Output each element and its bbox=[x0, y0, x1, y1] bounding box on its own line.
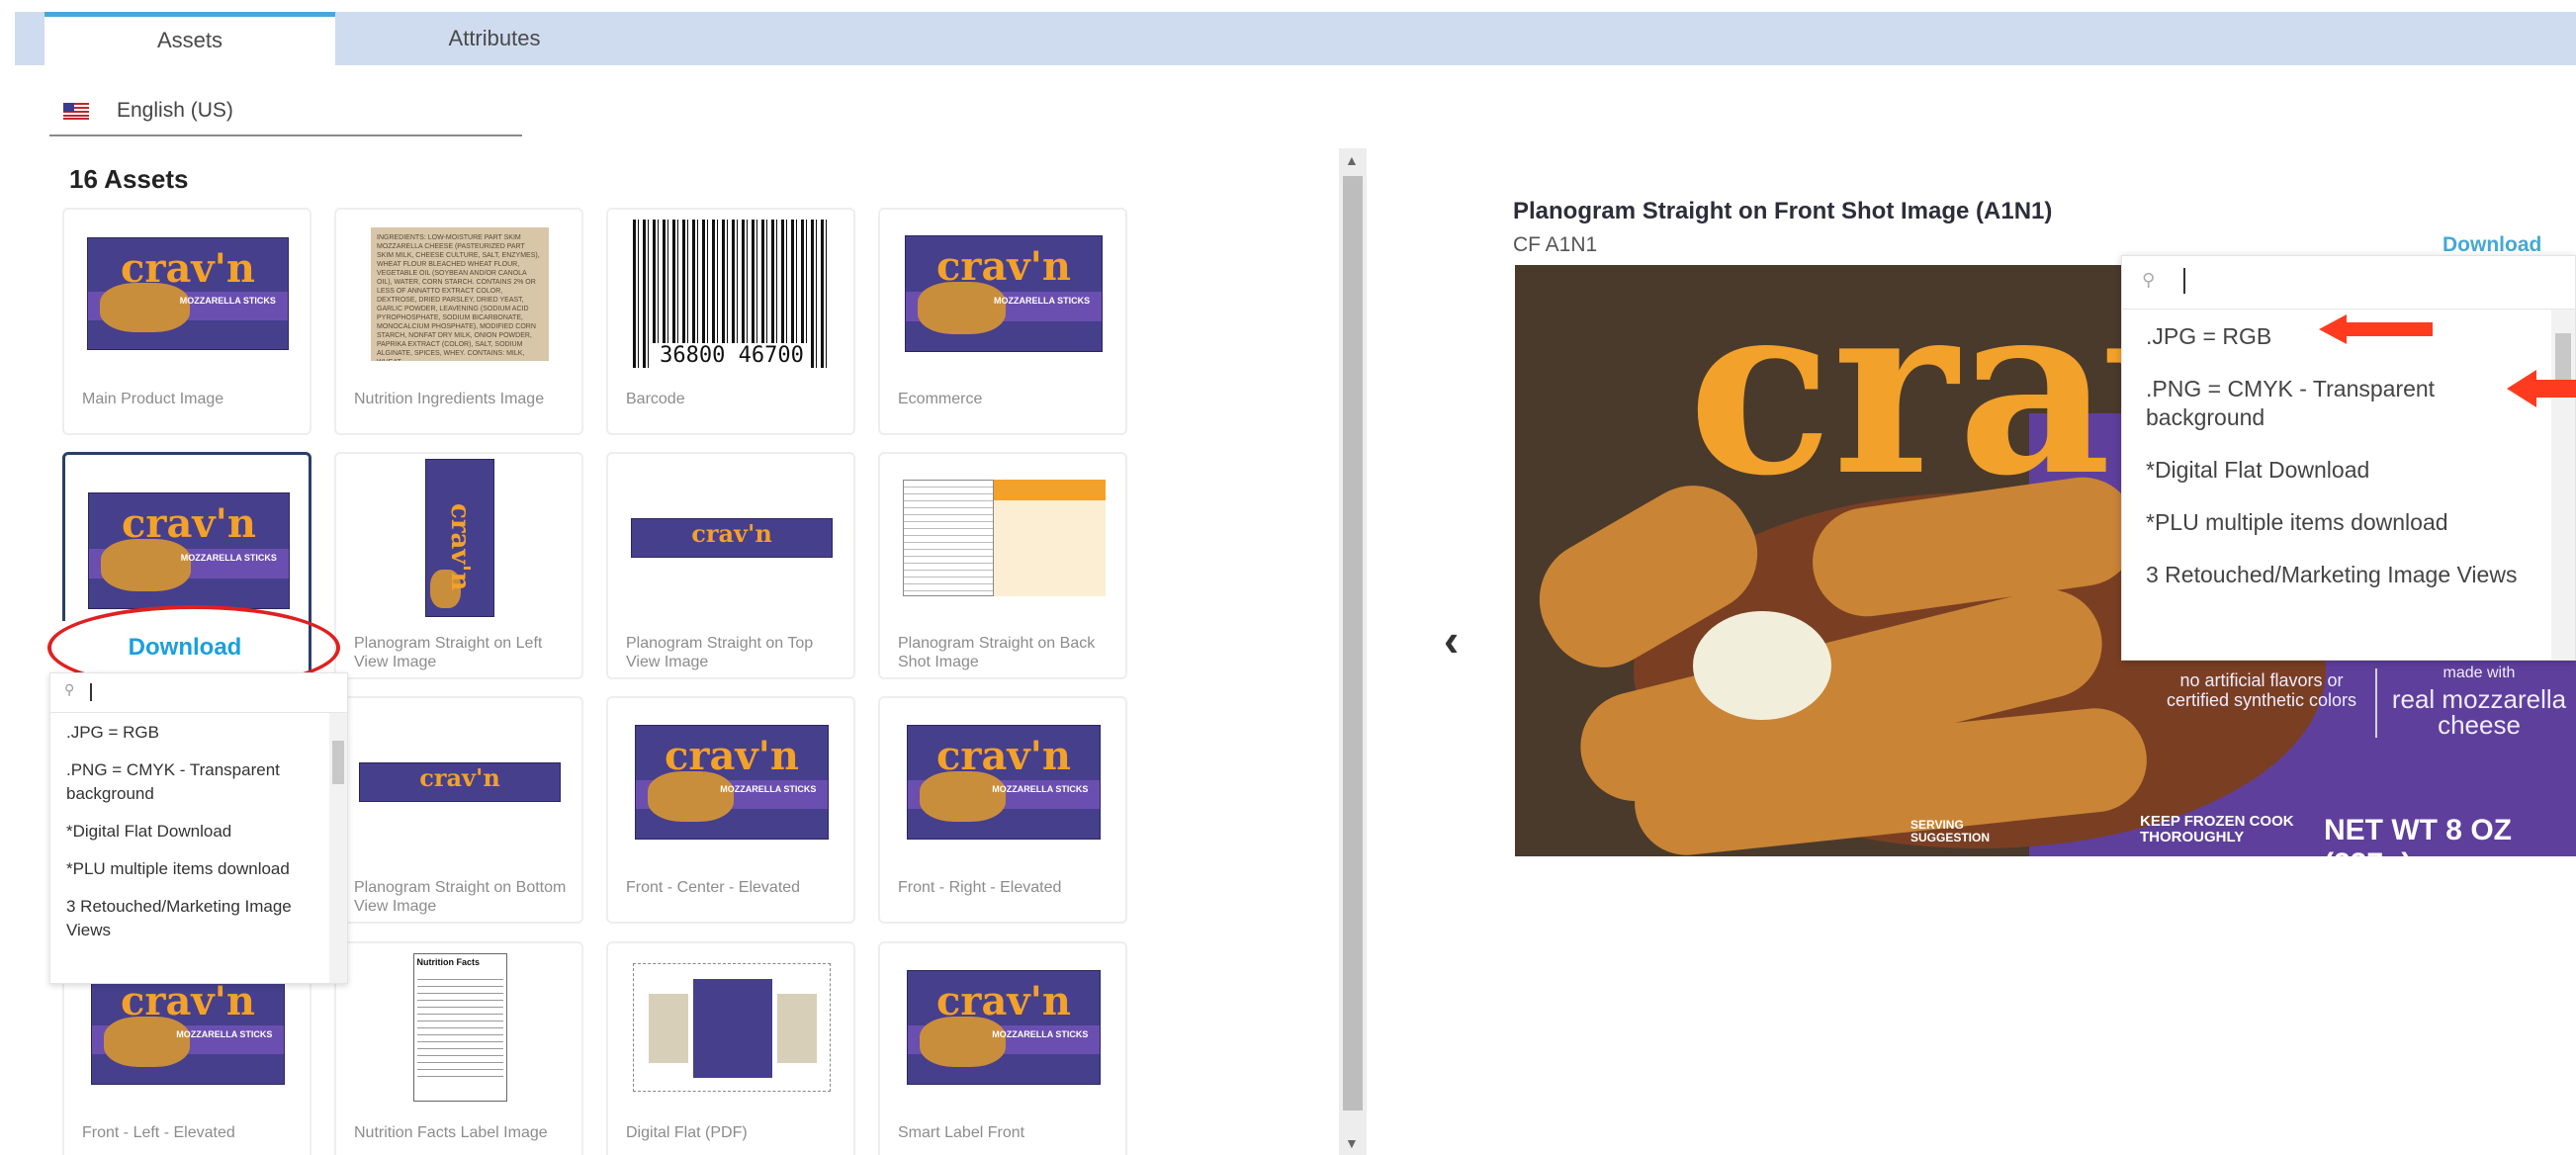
asset-label: Front - Left - Elevated bbox=[82, 1124, 235, 1141]
dropdown-search-input[interactable]: ⚲ bbox=[2122, 256, 2575, 310]
asset-label: Barcode bbox=[626, 391, 685, 407]
asset-card-ecommerce[interactable]: crav'n MOZZARELLA STICKS Ecommerce bbox=[878, 208, 1127, 435]
language-label: English (US) bbox=[117, 99, 233, 122]
asset-card-back-shot[interactable]: Planogram Straight on Back Shot Image bbox=[878, 452, 1127, 679]
dropdown-search-input[interactable]: ⚲ bbox=[50, 673, 347, 713]
preview-title: Planogram Straight on Front Shot Image (… bbox=[1513, 198, 2053, 224]
asset-card-main-product[interactable]: crav'n MOZZARELLA STICKS Main Product Ima… bbox=[62, 208, 311, 435]
dropdown-option-plu[interactable]: *PLU multiple items download bbox=[2122, 495, 2575, 548]
product-box-thumbnail: crav'n MOZZARELLA STICKS bbox=[75, 477, 303, 625]
scroll-down-icon[interactable]: ▼ bbox=[1345, 1135, 1359, 1151]
search-icon: ⚲ bbox=[2142, 270, 2156, 290]
asset-card-bottom-view[interactable]: crav'n Planogram Straight on Bottom View… bbox=[334, 696, 583, 924]
tab-assets[interactable]: Assets bbox=[44, 12, 335, 65]
asset-label: Front - Center - Elevated bbox=[626, 879, 801, 896]
card-download-dropdown: ⚲ .JPG = RGB .PNG = CMYK - Transparent b… bbox=[49, 672, 348, 984]
asset-label: Smart Label Front bbox=[898, 1124, 1025, 1141]
net-weight-text: NET WT 8 OZ (227g) bbox=[2324, 814, 2512, 856]
asset-card-nutrition-facts[interactable]: Nutrition Facts Nutrition Facts Label Im… bbox=[334, 941, 583, 1155]
search-icon: ⚲ bbox=[64, 681, 75, 697]
ingredients-thumbnail: INGREDIENTS: LOW-MOISTURE PART SKIM MOZZ… bbox=[346, 220, 574, 368]
keep-frozen-text: KEEP FROZEN COOK THOROUGHLY bbox=[2140, 813, 2294, 845]
side-box-thumbnail: crav'n bbox=[346, 459, 574, 617]
dropdown-option-jpg[interactable]: .JPG = RGB bbox=[50, 713, 347, 751]
us-flag-icon bbox=[63, 103, 89, 120]
barcode-thumbnail: 36800 46700 bbox=[618, 220, 845, 368]
asset-label: Planogram Straight on Bottom View Image bbox=[354, 879, 567, 915]
asset-card-front-right[interactable]: crav'n MOZZARELLA STICKS Front - Right - … bbox=[878, 696, 1127, 924]
text-cursor bbox=[2183, 268, 2185, 294]
product-box-thumbnail: crav'n MOZZARELLA STICKS bbox=[890, 953, 1117, 1102]
dropdown-option-png[interactable]: .PNG = CMYK - Transparent background bbox=[50, 751, 347, 812]
previous-chevron-icon[interactable]: ‹ bbox=[1444, 613, 1459, 666]
nutrition-facts-thumbnail: Nutrition Facts bbox=[346, 953, 574, 1102]
product-box-thumbnail: crav'n MOZZARELLA STICKS bbox=[890, 220, 1117, 368]
text-cursor bbox=[90, 683, 92, 701]
dropdown-scrollbar[interactable] bbox=[2551, 310, 2575, 660]
language-select[interactable]: English (US) bbox=[49, 87, 522, 136]
annotation-arrow-icon bbox=[2319, 314, 2433, 344]
assets-scrollbar[interactable]: ▲ ▼ bbox=[1339, 148, 1367, 1155]
bottom-box-thumbnail: crav'n bbox=[346, 708, 574, 856]
preview-download-button[interactable]: Download bbox=[2443, 233, 2541, 257]
product-box-thumbnail: crav'n MOZZARELLA STICKS bbox=[890, 708, 1117, 856]
asset-label: Ecommerce bbox=[898, 391, 983, 407]
dropdown-option-digital-flat[interactable]: *Digital Flat Download bbox=[50, 812, 347, 849]
serving-text: SERVING SUGGESTION bbox=[1910, 818, 1991, 844]
dropdown-scrollbar[interactable] bbox=[329, 713, 347, 983]
asset-card-front-center[interactable]: crav'n MOZZARELLA STICKS Front - Center -… bbox=[606, 696, 855, 924]
annotation-arrow-icon bbox=[2507, 370, 2576, 407]
asset-label: Nutrition Facts Label Image bbox=[354, 1124, 548, 1141]
digital-flat-thumbnail bbox=[618, 953, 845, 1102]
dropdown-option-retouched[interactable]: 3 Retouched/Marketing Image Views bbox=[50, 887, 347, 948]
dropdown-option-digital-flat[interactable]: *Digital Flat Download bbox=[2122, 443, 2575, 495]
asset-card-barcode[interactable]: 36800 46700 Barcode bbox=[606, 208, 855, 435]
asset-card-nutrition-ingredients[interactable]: INGREDIENTS: LOW-MOISTURE PART SKIM MOZZ… bbox=[334, 208, 583, 435]
back-box-thumbnail bbox=[890, 464, 1117, 612]
product-box-thumbnail: crav'n MOZZARELLA STICKS bbox=[74, 220, 302, 368]
asset-label: Planogram Straight on Back Shot Image bbox=[898, 635, 1096, 670]
top-box-thumbnail: crav'n bbox=[618, 464, 845, 612]
claim-right: made with real mozzarella cheese bbox=[2391, 665, 2567, 740]
scrollbar-thumb[interactable] bbox=[1343, 176, 1363, 1111]
tab-bar: Assets Attributes bbox=[15, 12, 2576, 65]
asset-label: Nutrition Ingredients Image bbox=[354, 391, 545, 407]
asset-card-smart-label[interactable]: crav'n MOZZARELLA STICKS Smart Label Fron… bbox=[878, 941, 1127, 1155]
claim-left: no artificial flavors or certified synth… bbox=[2166, 670, 2357, 710]
dropdown-option-retouched[interactable]: 3 Retouched/Marketing Image Views bbox=[2122, 548, 2575, 600]
asset-count: 16 Assets bbox=[69, 164, 189, 194]
product-box-thumbnail: crav'n MOZZARELLA STICKS bbox=[618, 708, 845, 856]
asset-card-left-view[interactable]: crav'n Planogram Straight on Left View I… bbox=[334, 452, 583, 679]
dropdown-option-plu[interactable]: *PLU multiple items download bbox=[50, 849, 347, 887]
asset-label: Planogram Straight on Top View Image bbox=[626, 635, 814, 670]
preview-subtitle: CF A1N1 bbox=[1513, 233, 1598, 256]
asset-label: Planogram Straight on Left View Image bbox=[354, 635, 543, 670]
scroll-up-icon[interactable]: ▲ bbox=[1345, 152, 1359, 168]
asset-card-digital-flat[interactable]: Digital Flat (PDF) bbox=[606, 941, 855, 1155]
asset-label: Main Product Image bbox=[82, 391, 224, 407]
tab-attributes[interactable]: Attributes bbox=[341, 12, 648, 65]
asset-card-top-view[interactable]: crav'n Planogram Straight on Top View Im… bbox=[606, 452, 855, 679]
asset-label: Front - Right - Elevated bbox=[898, 879, 1062, 896]
asset-label: Digital Flat (PDF) bbox=[626, 1124, 748, 1141]
